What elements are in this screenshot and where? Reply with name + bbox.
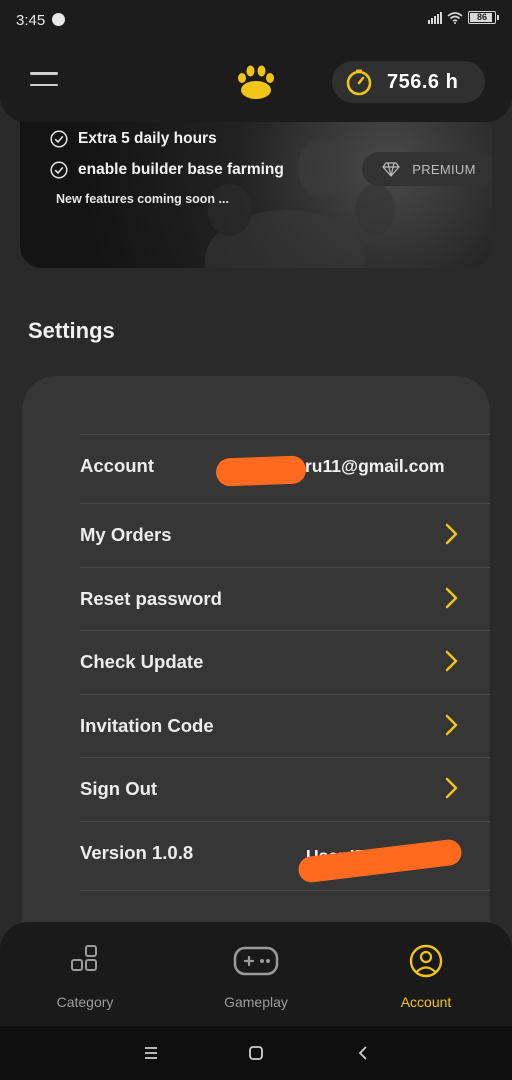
status-icons: 86	[428, 11, 499, 24]
premium-button[interactable]: PREMIUM	[362, 152, 492, 186]
settings-item-label: Reset password	[80, 588, 222, 609]
paw-logo	[238, 65, 274, 99]
bottom-nav: Category Gameplay Account	[0, 922, 512, 1026]
timer-icon	[346, 69, 372, 96]
settings-item-reset-password[interactable]: Reset password	[80, 567, 490, 631]
status-bar: 3:45 86	[0, 0, 512, 42]
premium-banner[interactable]: Extra 5 daily hours enable builder base …	[20, 100, 492, 268]
chevron-right-icon	[445, 777, 458, 799]
hours-balance[interactable]: 756.6 h	[332, 61, 485, 103]
app-header: 756.6 h	[0, 42, 512, 122]
nav-label: Gameplay	[224, 994, 288, 1010]
account-row: Account ru11@gmail.com	[80, 434, 490, 498]
email-redaction	[215, 455, 307, 487]
account-email: ru11@gmail.com	[305, 456, 445, 476]
chevron-right-icon	[445, 714, 458, 736]
account-icon	[409, 944, 443, 978]
recents-icon[interactable]	[142, 1044, 160, 1062]
benefit-item: enable builder base farming	[50, 161, 284, 179]
back-icon[interactable]	[354, 1044, 372, 1062]
settings-item-label: Invitation Code	[80, 715, 214, 736]
chevron-right-icon	[445, 587, 458, 609]
nav-label: Category	[56, 994, 114, 1010]
account-label: Account	[80, 455, 154, 476]
wifi-icon	[447, 12, 463, 24]
gamepad-icon	[233, 946, 279, 976]
check-circle-icon	[50, 130, 68, 148]
hours-value: 756.6 h	[387, 70, 459, 93]
settings-item-label: My Orders	[80, 524, 172, 545]
settings-title: Settings	[28, 318, 115, 343]
hamburger-icon	[30, 72, 58, 75]
settings-item-label: Check Update	[80, 651, 204, 672]
settings-item-sign-out[interactable]: Sign Out	[80, 757, 490, 821]
battery-level: 86	[476, 12, 487, 22]
nav-gameplay[interactable]: Gameplay	[196, 942, 316, 1010]
chevron-right-icon	[445, 523, 458, 545]
menu-button[interactable]	[30, 72, 60, 92]
signal-icon	[428, 11, 442, 24]
benefit-item: Extra 5 daily hours	[50, 130, 217, 148]
home-icon[interactable]	[247, 1044, 265, 1062]
battery-icon: 86	[468, 11, 499, 24]
settings-item-check-update[interactable]: Check Update	[80, 630, 490, 694]
check-circle-icon	[50, 161, 68, 179]
system-nav-bar	[0, 1026, 512, 1080]
benefit-label: Extra 5 daily hours	[78, 130, 217, 147]
nav-account[interactable]: Account	[366, 942, 486, 1010]
nav-label: Account	[400, 994, 452, 1010]
chevron-right-icon	[445, 650, 458, 672]
user-id-redaction	[297, 838, 463, 884]
version-label: Version 1.0.8	[80, 842, 194, 863]
settings-card: Account ru11@gmail.com My Orders Reset p…	[22, 376, 490, 976]
premium-label: PREMIUM	[412, 161, 476, 177]
diamond-icon	[382, 161, 401, 177]
notification-dot-icon	[52, 13, 65, 26]
version-row: Version 1.0.8 User ID	[80, 821, 490, 891]
settings-item-label: Sign Out	[80, 778, 158, 799]
nav-category[interactable]: Category	[25, 942, 145, 1010]
settings-item-invitation-code[interactable]: Invitation Code	[80, 694, 490, 758]
benefit-label: enable builder base farming	[78, 161, 284, 178]
status-time: 3:45	[16, 12, 46, 29]
category-icon	[71, 945, 97, 971]
coming-soon-text: New features coming soon ...	[56, 192, 229, 206]
settings-item-my-orders[interactable]: My Orders	[80, 503, 490, 567]
